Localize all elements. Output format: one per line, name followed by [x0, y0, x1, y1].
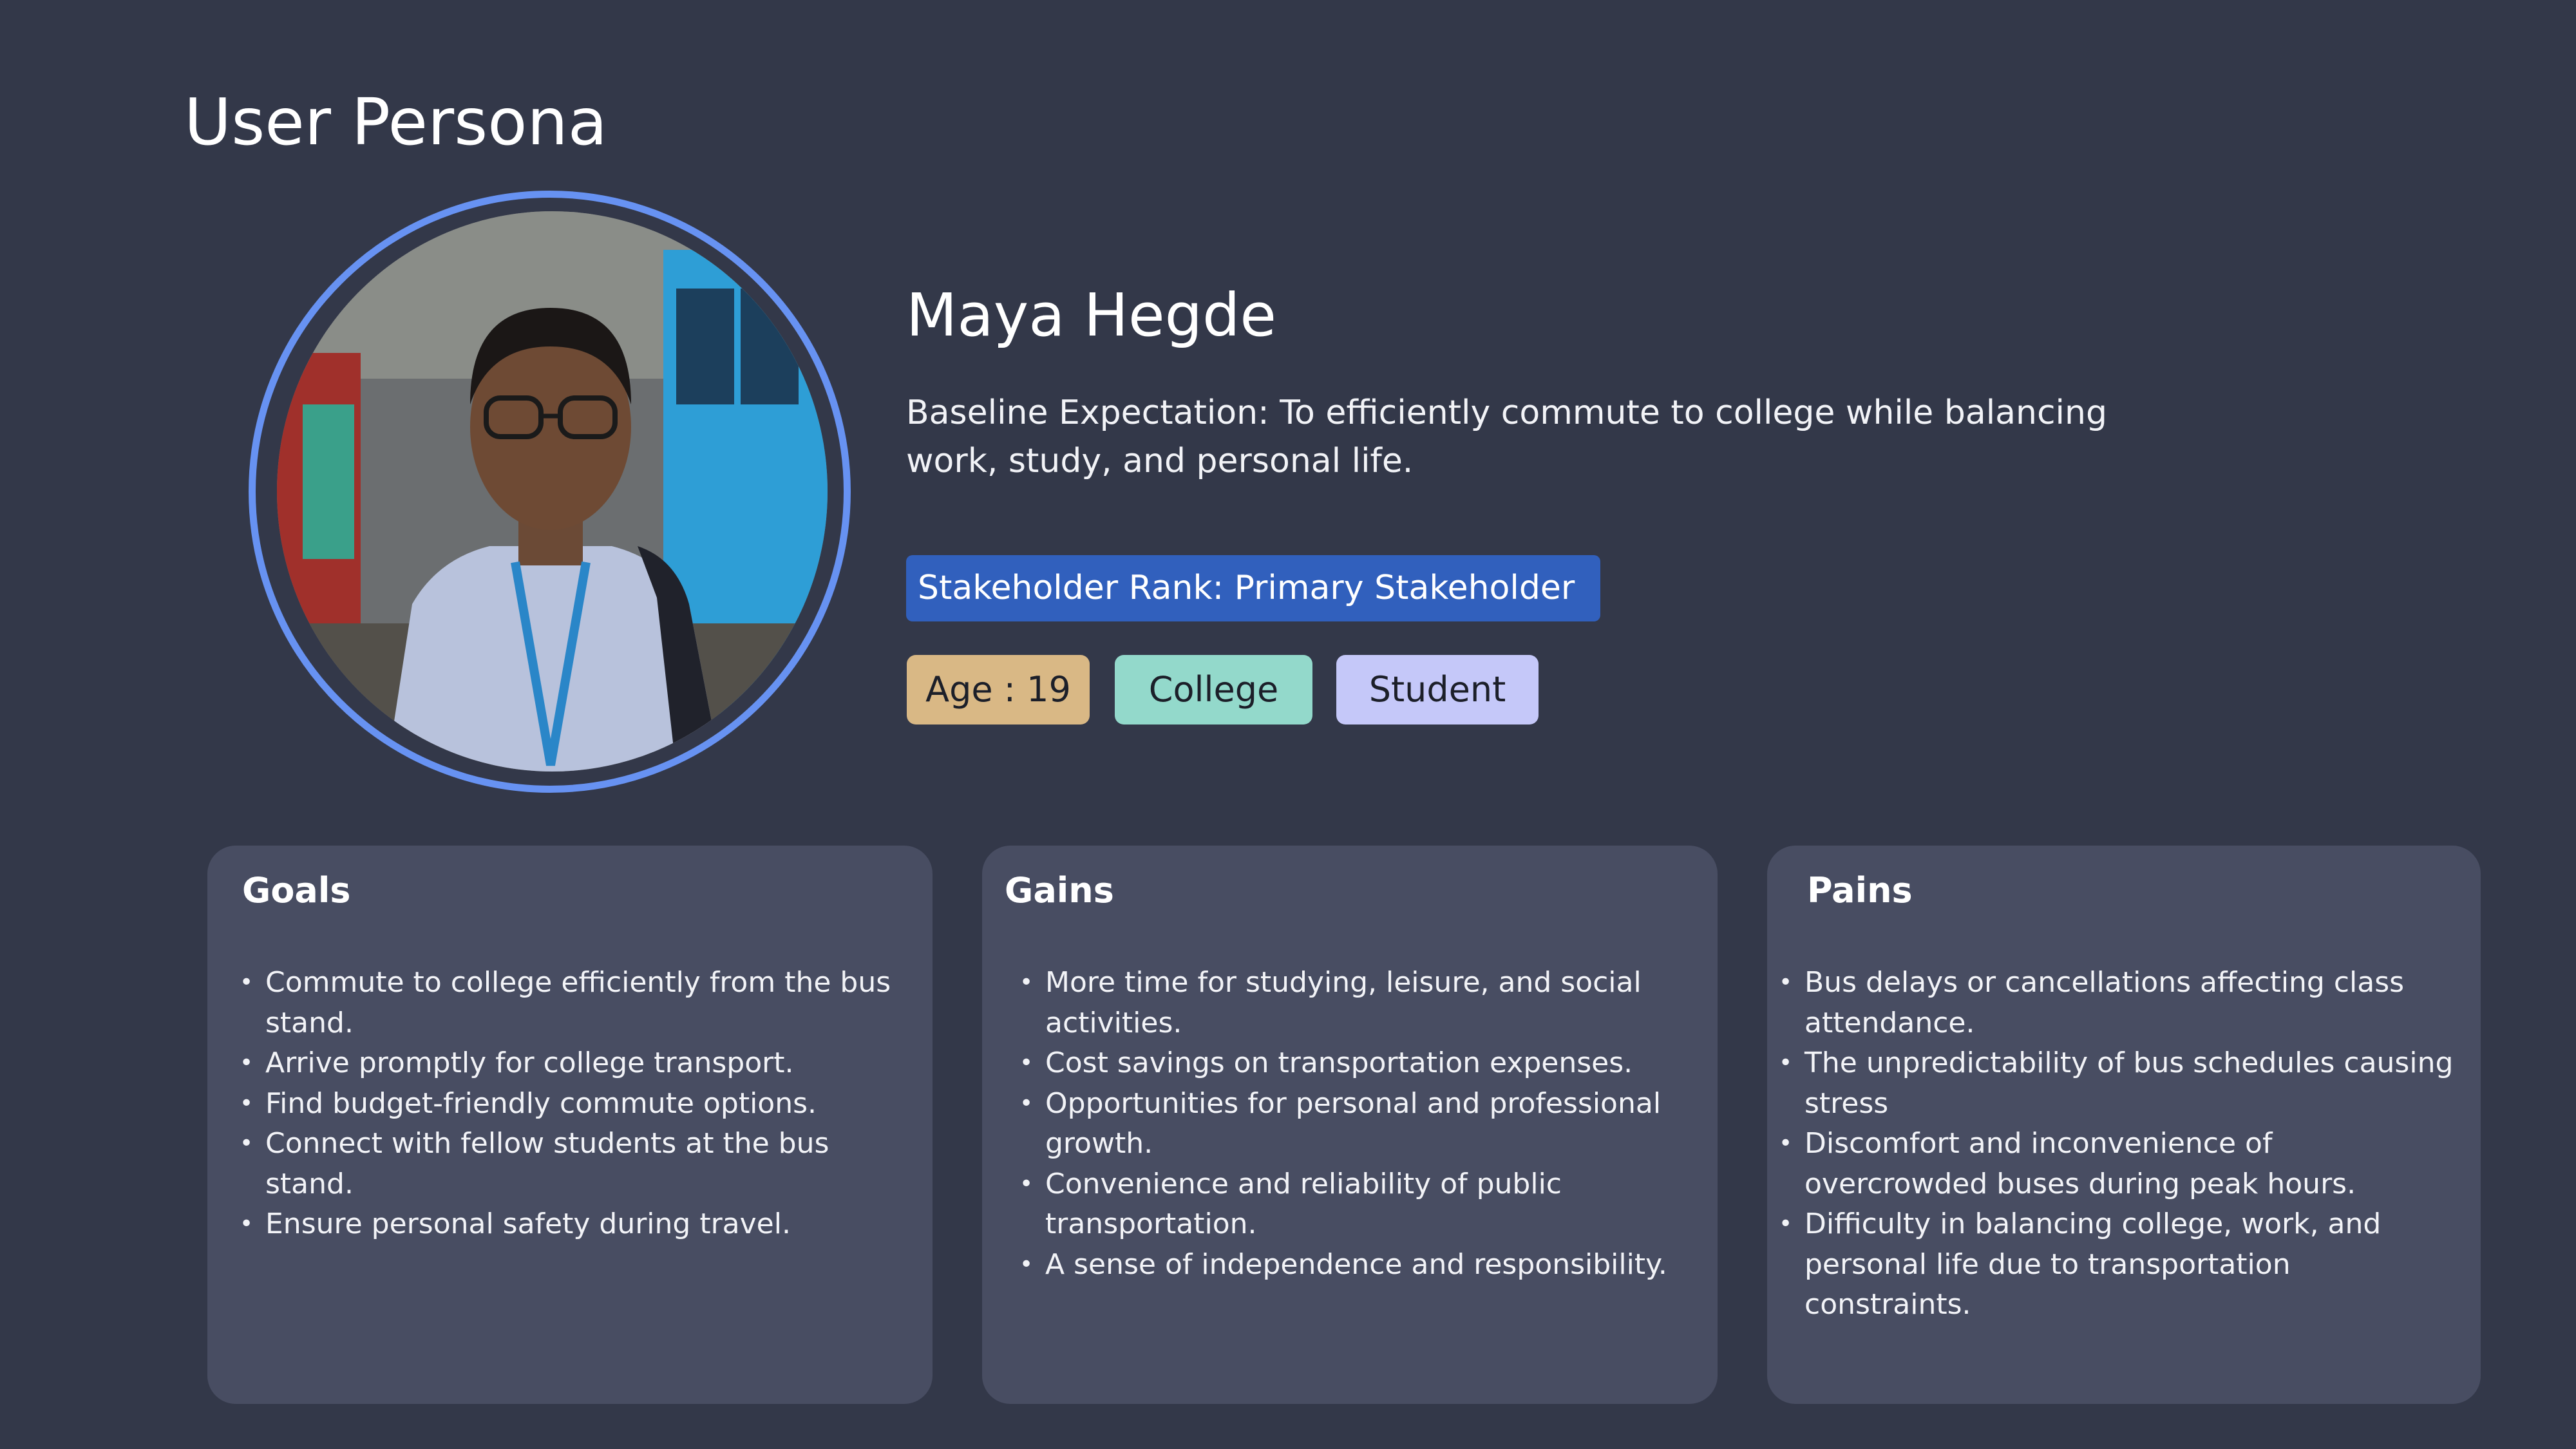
student-tag: Student	[1336, 655, 1539, 724]
goals-card: Goals Commute to college efficiently fro…	[207, 846, 933, 1404]
goals-title: Goals	[242, 870, 351, 911]
goals-item: Find budget-friendly commute options.	[240, 1084, 907, 1124]
page-title: User Persona	[184, 84, 608, 160]
stakeholder-rank-badge: Stakeholder Rank: Primary Stakeholder	[906, 555, 1600, 621]
goals-item: Arrive promptly for college transport.	[240, 1043, 907, 1084]
goals-list: Commute to college efficiently from the …	[207, 963, 907, 1245]
goals-item: Connect with fellow students at the bus …	[240, 1124, 907, 1204]
pains-item: The unpredictability of bus schedules ca…	[1779, 1043, 2455, 1124]
gains-title: Gains	[1005, 870, 1114, 911]
pains-card: Pains Bus delays or cancellations affect…	[1767, 846, 2481, 1404]
gains-item: Opportunities for personal and professio…	[1019, 1084, 1692, 1164]
gains-item: A sense of independence and responsibili…	[1019, 1245, 1692, 1285]
pains-item: Bus delays or cancellations affecting cl…	[1779, 963, 2455, 1043]
gains-item: Cost savings on transportation expenses.	[1019, 1043, 1692, 1084]
pains-title: Pains	[1807, 870, 1913, 911]
gains-item: More time for studying, leisure, and soc…	[1019, 963, 1692, 1043]
age-tag: Age : 19	[907, 655, 1090, 724]
college-tag: College	[1115, 655, 1312, 724]
goals-item: Commute to college efficiently from the …	[240, 963, 907, 1043]
gains-item: Convenience and reliability of public tr…	[1019, 1164, 1692, 1245]
goals-item: Ensure personal safety during travel.	[240, 1204, 907, 1245]
pains-item: Difficulty in balancing college, work, a…	[1779, 1204, 2455, 1325]
pains-item: Discomfort and inconvenience of overcrow…	[1779, 1124, 2455, 1204]
gains-card: Gains More time for studying, leisure, a…	[982, 846, 1718, 1404]
avatar	[277, 211, 828, 772]
pains-list: Bus delays or cancellations affecting cl…	[1767, 963, 2455, 1325]
gains-list: More time for studying, leisure, and soc…	[982, 963, 1692, 1285]
persona-photo-icon	[277, 211, 828, 772]
baseline-expectation: Baseline Expectation: To efficiently com…	[906, 393, 2107, 480]
persona-name: Maya Hegde	[906, 281, 1276, 350]
